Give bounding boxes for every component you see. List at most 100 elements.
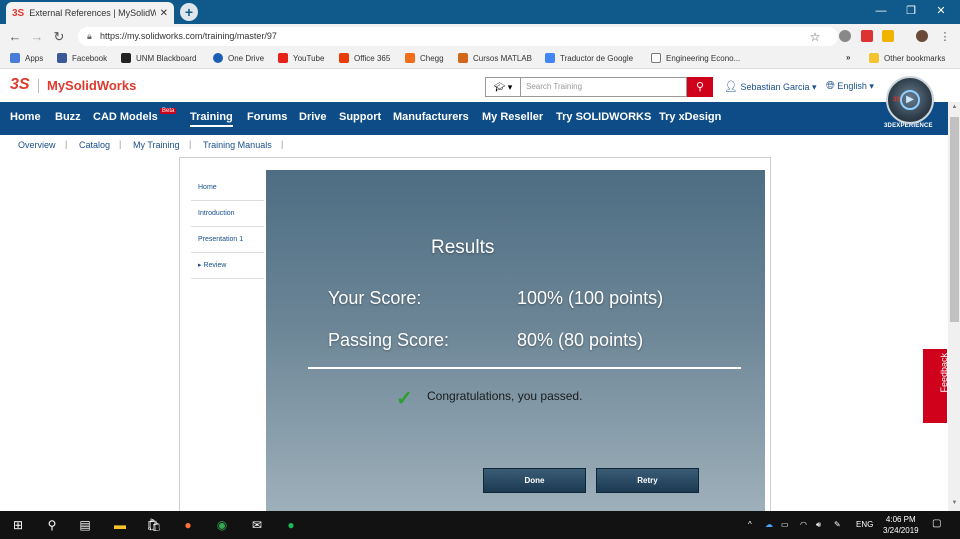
new-tab-button[interactable]: + (180, 3, 198, 21)
bookmark-label: Chegg (420, 53, 444, 63)
nav-try-xdesign[interactable]: Try xDesign (659, 111, 721, 123)
bookmark-apps[interactable]: Apps (10, 53, 43, 63)
feedback-tab[interactable]: Feedback (923, 349, 949, 423)
subnav-overview[interactable]: Overview (18, 140, 56, 150)
file-explorer-icon[interactable]: ▬ (112, 517, 128, 533)
windows-start-icon[interactable]: ⊞ (10, 517, 26, 533)
nav-forums[interactable]: Forums (247, 111, 287, 123)
bookmarks-overflow[interactable]: » (846, 53, 850, 62)
nav-home[interactable]: Home (10, 111, 41, 123)
notifications-icon[interactable]: ▢ (932, 518, 941, 529)
onedrive-tray-icon[interactable]: ☁ (765, 520, 773, 529)
bookmark-one-drive[interactable]: One Drive (213, 53, 264, 63)
clock[interactable]: 4:06 PM 3/24/2019 (883, 514, 919, 536)
course-menu-home[interactable]: Home (191, 175, 264, 201)
battery-icon[interactable]: ▭ (781, 520, 789, 529)
back-arrow-icon[interactable]: ← (6, 28, 24, 46)
search-button[interactable]: ⚲ (687, 77, 713, 97)
search-input[interactable]: Search Training (521, 77, 687, 97)
subnav-catalog[interactable]: Catalog (79, 140, 110, 150)
reload-icon[interactable]: ↻ (50, 28, 68, 46)
bookmark-unm-blackboard[interactable]: UNM Blackboard (121, 53, 196, 63)
bookmark-facebook[interactable]: Facebook (57, 53, 107, 63)
your-score-value: 100% (100 points) (517, 288, 664, 308)
nav-support[interactable]: Support (339, 111, 381, 123)
facebook-icon (57, 53, 67, 63)
course-menu: Home Introduction Presentation 1 ▸ Revie… (191, 175, 264, 279)
search-category-select[interactable]: 🎓︎ ▾ (485, 77, 521, 97)
course-menu-introduction[interactable]: Introduction (191, 201, 264, 227)
nav-try-solidworks[interactable]: Try SOLIDWORKS (556, 111, 651, 123)
beta-badge: Beta (160, 108, 177, 114)
user-menu[interactable]: 👤︎ Sebastian Garcia ▾ (724, 80, 817, 93)
bookmark-office-365[interactable]: Office 365 (339, 53, 390, 63)
subnav-my-training[interactable]: My Training (133, 140, 180, 150)
spotify-icon[interactable]: ● (283, 517, 299, 533)
bookmark-label: Traductor de Google (560, 53, 634, 63)
task-view-icon[interactable]: ▤ (77, 517, 93, 533)
input-language[interactable]: ENG (856, 520, 873, 529)
bookmark-star-icon[interactable]: ☆ (806, 28, 824, 46)
language-menu[interactable]: 🌐︎ English ▾ (826, 80, 874, 93)
bookmark-chegg[interactable]: Chegg (405, 53, 444, 63)
profile-avatar-icon[interactable] (916, 30, 928, 42)
bookmark-label: Facebook (72, 53, 108, 63)
subnav-divider: | (119, 139, 122, 149)
3ds-logo-icon[interactable]: 3S (10, 76, 30, 94)
close-window-button[interactable]: ✕ (926, 0, 956, 24)
bookmark-youtube[interactable]: YouTube (278, 53, 324, 63)
minimize-button[interactable]: — (866, 0, 896, 24)
chrome-menu-icon[interactable]: ⋮ (936, 28, 954, 46)
nav-my-reseller[interactable]: My Reseller (482, 111, 543, 123)
subnav-training-manuals[interactable]: Training Manuals (203, 140, 272, 150)
subnav-divider: | (281, 139, 284, 149)
bookmark-engineering-econo[interactable]: Engineering Econo... (651, 53, 740, 63)
solidworks-favicon-icon: 3S (12, 7, 25, 19)
maximize-button[interactable]: ❐ (896, 0, 926, 24)
tab-close-icon[interactable]: ✕ (160, 8, 168, 19)
passing-score-label: Passing Score: (328, 330, 450, 350)
mail-icon[interactable]: ✉ (249, 517, 265, 533)
adblock-extension-icon[interactable] (839, 30, 851, 42)
done-button[interactable]: Done (483, 468, 586, 493)
bookmark-traductor-de-google[interactable]: Traductor de Google (545, 53, 633, 63)
chrome-icon[interactable]: ◉ (214, 517, 230, 533)
browser-tab[interactable]: 3S External References | MySolidWo ✕ (6, 2, 174, 24)
bookmark-label: Other bookmarks (884, 53, 946, 63)
bookmark-label: Office 365 (354, 53, 391, 63)
wifi-icon[interactable]: ◠ (800, 520, 807, 529)
store-icon[interactable]: 🛍︎ (146, 517, 162, 533)
sub-nav: Overview | Catalog | My Training | Train… (0, 137, 948, 154)
pen-icon[interactable]: ✎ (834, 520, 841, 529)
scroll-up-icon[interactable]: ▲ (950, 104, 959, 110)
checkmark-icon: ✓ (396, 388, 413, 410)
nav-manufacturers[interactable]: Manufacturers (393, 111, 469, 123)
subnav-divider: | (189, 139, 192, 149)
course-menu-presentation-1[interactable]: Presentation 1 (191, 227, 264, 253)
nav-training[interactable]: Training (190, 111, 233, 127)
pdf-extension-icon[interactable] (861, 30, 873, 42)
site-brand[interactable]: MySolidWorks (47, 78, 136, 93)
3dexperience-compass-icon[interactable]: 3S ▶ (886, 76, 934, 124)
scroll-down-icon[interactable]: ▼ (950, 500, 959, 506)
browser-title-bar: 3S External References | MySolidWo ✕ + —… (0, 0, 960, 24)
nav-buzz[interactable]: Buzz (55, 111, 81, 123)
search-icon[interactable]: ⚲ (44, 517, 60, 533)
tray-chevron-icon[interactable]: ^ (748, 520, 752, 529)
drive-extension-icon[interactable] (882, 30, 894, 42)
bookmark-label: YouTube (293, 53, 325, 63)
retry-button[interactable]: Retry (596, 468, 699, 493)
url-field[interactable]: 🔒︎ https://my.solidworks.com/training/ma… (78, 27, 838, 46)
bookmark-label: Apps (25, 53, 44, 63)
nav-cad-models[interactable]: CAD Models (93, 111, 158, 123)
volume-icon[interactable]: 🔊︎ (816, 520, 821, 530)
forward-arrow-icon[interactable]: → (28, 28, 46, 46)
course-menu-review[interactable]: ▸ Review (191, 253, 264, 279)
scroll-thumb[interactable] (950, 117, 959, 322)
bookmark-label: Engineering Econo... (666, 53, 741, 63)
chegg-icon (405, 53, 415, 63)
bookmark-cursos-matlab[interactable]: Cursos MATLAB (458, 53, 532, 63)
firefox-icon[interactable]: ● (180, 517, 196, 533)
bookmark-other[interactable]: Other bookmarks (869, 53, 945, 63)
nav-drive[interactable]: Drive (299, 111, 327, 123)
